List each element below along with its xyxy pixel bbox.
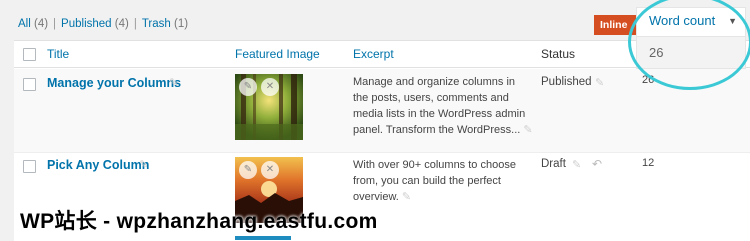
post-title-link[interactable]: Pick Any Column xyxy=(47,158,149,172)
column-header-status: Status xyxy=(541,47,576,61)
filter-published-count: (4) xyxy=(114,18,129,30)
filter-published-link[interactable]: Published (4) xyxy=(61,18,129,30)
pencil-icon[interactable]: ✎ xyxy=(595,78,606,89)
filter-trash-link[interactable]: Trash (1) xyxy=(142,18,188,30)
pencil-icon[interactable]: ✎ xyxy=(139,160,150,171)
watermark-text: WP站长 - wpzhanzhang.eastfu.com xyxy=(20,210,378,233)
select-all-checkbox[interactable] xyxy=(23,48,36,61)
row-checkbox[interactable] xyxy=(23,78,36,91)
column-header-title[interactable]: Title xyxy=(47,47,69,61)
image-thumbnail-edge xyxy=(235,236,291,240)
post-status-filters: All (4) | Published (4) | Trash (1) xyxy=(18,18,188,30)
post-title-link[interactable]: Manage your Columns xyxy=(47,76,181,90)
filter-trash-count: (1) xyxy=(174,18,189,30)
undo-icon[interactable]: ↶ xyxy=(592,157,602,171)
edit-image-icon[interactable]: ✎ xyxy=(239,78,257,96)
remove-image-icon[interactable]: ✕ xyxy=(261,78,279,96)
filter-all-count: (4) xyxy=(33,18,49,30)
filter-separator: | xyxy=(133,18,137,30)
column-header-featured-image[interactable]: Featured Image xyxy=(235,47,320,61)
word-count-value: 12 xyxy=(642,157,655,169)
filter-separator: | xyxy=(53,18,57,30)
pencil-icon[interactable]: ✎ xyxy=(572,160,583,171)
row-checkbox[interactable] xyxy=(23,160,36,173)
pencil-icon[interactable]: ✎ xyxy=(169,78,180,89)
column-header-excerpt[interactable]: Excerpt xyxy=(353,47,394,61)
post-status: Published xyxy=(541,76,592,88)
post-excerpt: Manage and organize columns in the posts… xyxy=(353,76,533,136)
featured-image-thumbnail[interactable]: ✎ ✕ xyxy=(235,74,303,140)
pencil-icon[interactable]: ✎ xyxy=(523,124,532,136)
remove-image-icon[interactable]: ✕ xyxy=(261,161,279,179)
highlight-circle xyxy=(628,0,750,90)
pencil-icon[interactable]: ✎ xyxy=(402,191,411,203)
table-row: Manage your Columns ✎ ✎ ✕ Manage and org… xyxy=(14,69,750,153)
edit-image-icon[interactable]: ✎ xyxy=(239,161,257,179)
post-status: Draft xyxy=(541,158,566,170)
post-excerpt: With over 90+ columns to choose from, yo… xyxy=(353,159,516,203)
filter-all-link[interactable]: All (4) xyxy=(18,18,48,30)
